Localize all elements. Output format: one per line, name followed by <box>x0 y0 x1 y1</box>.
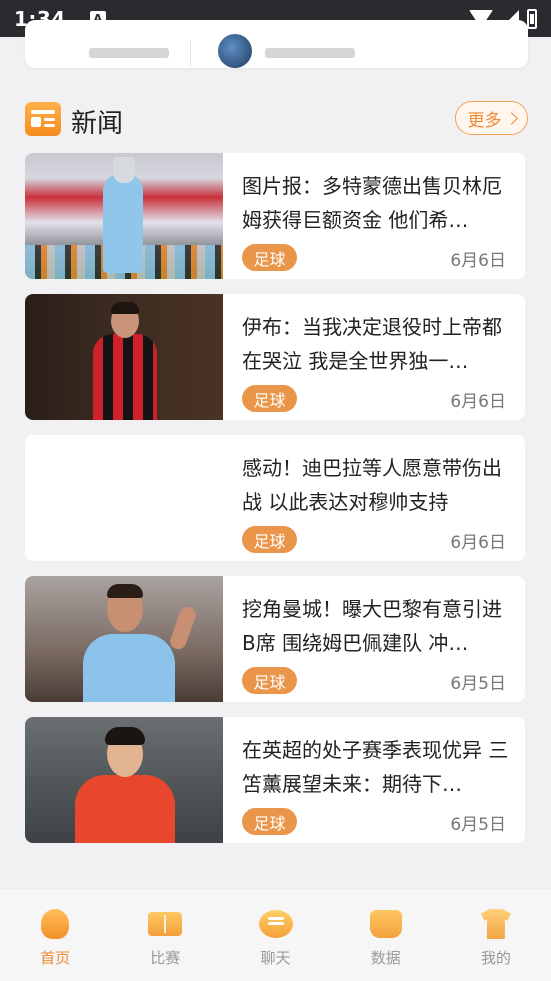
news-date: 6月5日 <box>450 815 506 835</box>
chevron-right-icon <box>504 111 518 125</box>
chat-icon <box>258 909 293 939</box>
nav-label: 比赛 <box>150 949 181 967</box>
news-title: 感动！迪巴拉等人愿意带伤出战 以此表达对穆帅支持 <box>242 456 502 514</box>
news-section-header: 新闻 更多 <box>25 100 528 140</box>
newspaper-icon <box>25 102 61 136</box>
card-text-fragment <box>89 48 169 58</box>
news-item[interactable]: 感动！迪巴拉等人愿意带伤出战 以此表达对穆帅支持 足球 6月6日 <box>25 435 525 561</box>
nav-match[interactable]: 比赛 <box>110 889 220 981</box>
match-icon <box>148 909 183 939</box>
nav-chat[interactable]: 聊天 <box>220 889 330 981</box>
news-date: 6月6日 <box>450 392 506 412</box>
news-thumbnail <box>25 294 223 420</box>
category-tag: 足球 <box>242 526 297 553</box>
section-title: 新闻 <box>71 109 124 139</box>
scrolled-card[interactable] <box>25 20 528 68</box>
nav-home[interactable]: 首页 <box>0 889 110 981</box>
news-item[interactable]: 在英超的处子赛季表现优异 三笘薰展望未来：期待下… 足球 6月5日 <box>25 717 525 843</box>
card-divider <box>190 40 191 66</box>
news-item[interactable]: 挖角曼城！曝大巴黎有意引进B席 围绕姆巴佩建队 冲… 足球 6月5日 <box>25 576 525 702</box>
news-title: 图片报：多特蒙德出售贝林厄姆获得巨额资金 他们希… <box>242 174 502 232</box>
bottom-nav: 首页 比赛 聊天 数据 我的 <box>0 888 551 981</box>
news-date: 6月5日 <box>450 674 506 694</box>
nav-profile[interactable]: 我的 <box>441 889 551 981</box>
profile-icon <box>479 909 513 939</box>
category-tag: 足球 <box>242 667 297 694</box>
battery-icon <box>527 8 537 29</box>
news-title: 在英超的处子赛季表现优异 三笘薰展望未来：期待下… <box>242 738 509 796</box>
category-tag: 足球 <box>242 244 297 271</box>
card-text-fragment <box>265 48 355 58</box>
news-thumbnail <box>25 576 223 702</box>
data-icon <box>369 909 403 939</box>
nav-label: 数据 <box>370 949 401 967</box>
news-date: 6月6日 <box>450 251 506 271</box>
nav-label: 聊天 <box>260 949 291 967</box>
nav-data[interactable]: 数据 <box>331 889 441 981</box>
team-logo <box>218 34 252 68</box>
news-title: 伊布：当我决定退役时上帝都在哭泣 我是全世界独一… <box>242 315 502 373</box>
news-item[interactable]: 伊布：当我决定退役时上帝都在哭泣 我是全世界独一… 足球 6月6日 <box>25 294 525 420</box>
news-thumbnail <box>25 717 223 843</box>
news-thumbnail <box>25 153 223 279</box>
more-button[interactable]: 更多 <box>455 101 528 135</box>
news-item[interactable]: 图片报：多特蒙德出售贝林厄姆获得巨额资金 他们希… 足球 6月6日 <box>25 153 525 279</box>
category-tag: 足球 <box>242 808 297 835</box>
home-icon <box>38 909 72 939</box>
news-thumbnail <box>25 435 223 561</box>
news-title: 挖角曼城！曝大巴黎有意引进B席 围绕姆巴佩建队 冲… <box>242 597 502 655</box>
more-label: 更多 <box>467 110 502 131</box>
nav-label: 首页 <box>40 949 71 967</box>
news-date: 6月6日 <box>450 533 506 553</box>
nav-label: 我的 <box>480 949 511 967</box>
category-tag: 足球 <box>242 385 297 412</box>
